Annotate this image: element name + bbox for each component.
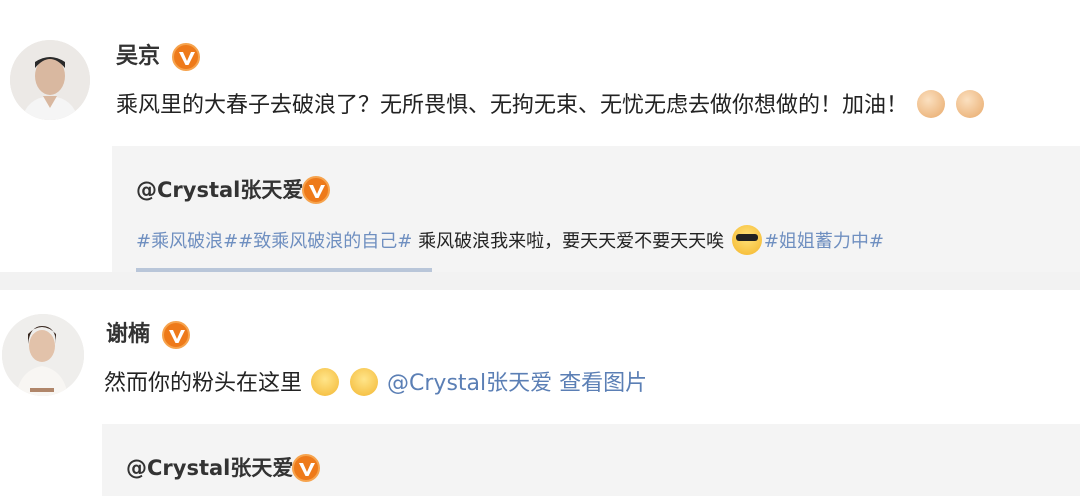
smile-icon (311, 368, 340, 396)
post-content: 乘风里的大春子去破浪了？无所畏惧、无拘无束、无忧无虑去做你想做的！加油！ (116, 90, 986, 118)
repost-box[interactable]: @Crystal张天爱 #乘风破浪##致乘风破浪的自己# 乘风破浪我来啦，要天天… (112, 146, 1080, 272)
repost-username[interactable]: @Crystal张天爱 (136, 180, 303, 201)
post-content: 然而你的粉头在这里 @Crystal张天爱 查看图片 (104, 368, 647, 396)
verified-v-icon (172, 43, 200, 71)
repost-body: 乘风破浪我来啦，要天天爱不要天天唉 (412, 231, 725, 252)
hashtag-link[interactable]: #致乘风破浪的自己# (238, 231, 412, 252)
avatar[interactable] (10, 40, 90, 120)
smile-icon (350, 368, 379, 396)
verified-v-icon (162, 321, 190, 349)
hashtag-link[interactable]: #乘风破浪# (136, 231, 238, 252)
weibo-post: 谢楠 然而你的粉头在这里 @Crystal张天爱 查看图片 @Crystal张天… (0, 290, 1080, 496)
avatar[interactable] (2, 314, 84, 396)
repost-username[interactable]: @Crystal张天爱 (126, 458, 293, 479)
strong-icon (917, 90, 946, 118)
post-text: 然而你的粉头在这里 (104, 371, 303, 396)
strong-icon (956, 90, 985, 118)
repost-text: #乘风破浪##致乘风破浪的自己# 乘风破浪我来啦，要天天爱不要天天唉 #姐姐蓄力… (136, 225, 884, 255)
weibo-post: 吴京 乘风里的大春子去破浪了？无所畏惧、无拘无束、无忧无虑去做你想做的！加油！ … (0, 0, 1080, 272)
post-text: 乘风里的大春子去破浪了？无所畏惧、无拘无束、无忧无虑去做你想做的！加油！ (116, 93, 909, 118)
username[interactable]: 谢楠 (106, 324, 150, 346)
verified-v-icon (292, 454, 320, 482)
hashtag-link[interactable]: #姐姐蓄力中# (764, 231, 884, 252)
sunglasses-icon (731, 225, 762, 255)
post-divider (0, 272, 1080, 290)
view-image-link[interactable]: 查看图片 (559, 371, 647, 396)
username[interactable]: 吴京 (116, 46, 160, 68)
mention-link[interactable]: @Crystal张天爱 (387, 371, 552, 396)
verified-v-icon (302, 176, 330, 204)
repost-box[interactable]: @Crystal张天爱 (102, 424, 1080, 496)
